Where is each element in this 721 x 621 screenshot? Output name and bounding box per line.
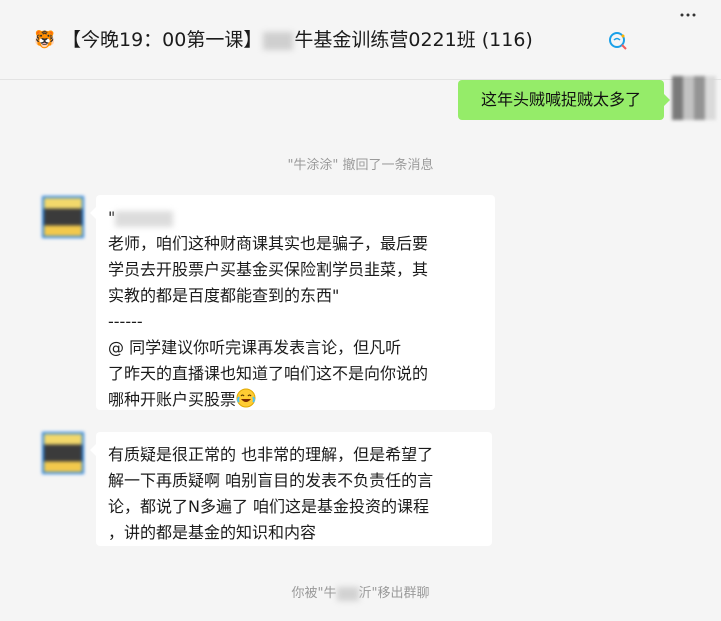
chat-header: 🐯 【今晚19：00第一课】 牛基金训练营0221班 (116) — [0, 0, 721, 80]
message-line: ------ — [108, 312, 143, 331]
message-line: 解一下再质疑啊 咱别盲目的发表不负责任的言 — [108, 471, 434, 490]
more-icon[interactable] — [678, 6, 698, 24]
received-message-bubble[interactable]: 有质疑是很正常的 也非常的理解，但是希望了 解一下再质疑啊 咱别盲目的发表不负责… — [90, 432, 492, 546]
search-chat-icon[interactable] — [608, 31, 628, 51]
chat-title-prefix: 【今晚19：00第一课】 — [62, 29, 263, 51]
message-line: 实教的都是百度都能查到的东西" — [108, 286, 340, 305]
my-avatar[interactable] — [672, 76, 716, 120]
message-line: 论，都说了N多遍了 咱们这是基金投资的课程 — [108, 497, 430, 516]
sender-avatar[interactable] — [42, 196, 84, 238]
blurred-name — [336, 586, 359, 601]
system-message-removed: 你被"牛 沂"移出群聊 — [291, 586, 430, 601]
received-message-bubble[interactable]: " 老师，咱们这种财商课其实也是骗子，最后要 学员去开股票户买基金买保险割学员韭… — [90, 195, 495, 413]
message-line: " — [108, 205, 483, 231]
blurred-name — [263, 31, 294, 50]
system-message-text: "牛涂涂" 撤回了一条消息 — [287, 158, 434, 173]
message-line: 哪种开账户买股票 — [108, 387, 483, 413]
chat-title-suffix: 牛基金训练营0221班 (116) — [294, 29, 533, 51]
message-line: 了昨天的直播课也知道了咱们这不是向你说的 — [108, 364, 429, 383]
system-message-recalled: "牛涂涂" 撤回了一条消息 — [0, 154, 721, 173]
message-line: @ 同学建议你听完课再发表言论，但凡听 — [108, 338, 402, 357]
message-line: ，讲的都是基金的知识和内容 — [108, 523, 317, 542]
tiger-icon: 🐯 — [34, 30, 56, 50]
message-line: 有质疑是很正常的 也非常的理解，但是希望了 — [108, 445, 434, 464]
chat-title: 【今晚19：00第一课】 牛基金训练营0221班 (116) — [62, 27, 533, 53]
blurred-name — [115, 210, 174, 227]
message-line: 老师，咱们这种财商课其实也是骗子，最后要 — [108, 234, 429, 253]
sender-avatar[interactable] — [42, 432, 84, 474]
message-line: 学员去开股票户买基金买保险割学员韭菜，其 — [108, 260, 429, 279]
sent-message-bubble[interactable]: 这年头贼喊捉贼太多了 — [458, 80, 670, 120]
laughing-crying-emoji — [236, 388, 256, 408]
